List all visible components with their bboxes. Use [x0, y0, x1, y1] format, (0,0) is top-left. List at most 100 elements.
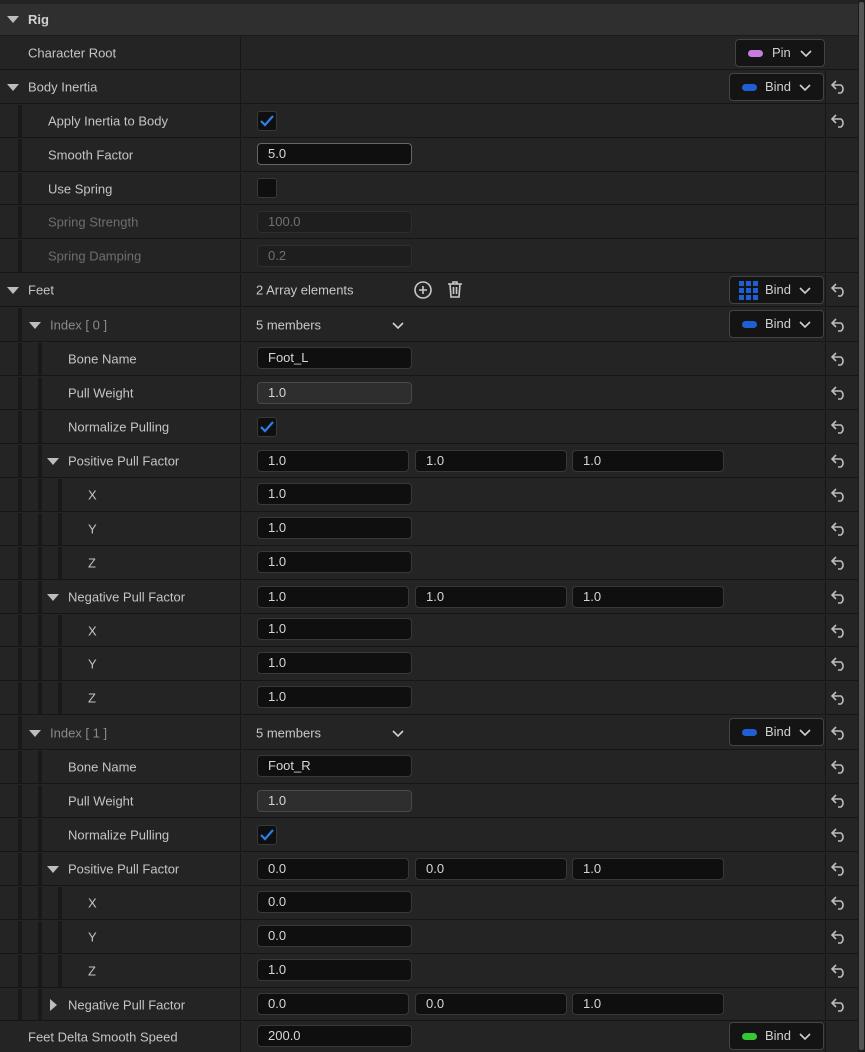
bind-button[interactable]: Bind	[729, 718, 824, 746]
reset-to-default-icon[interactable]	[830, 487, 848, 503]
reset-to-default-icon[interactable]	[830, 351, 848, 367]
chevron-down-icon[interactable]	[392, 319, 404, 331]
collapse-triangle-icon[interactable]	[29, 322, 41, 329]
reset-to-default-icon[interactable]	[830, 317, 848, 333]
reset-to-default-icon[interactable]	[830, 759, 848, 775]
reset-to-default-icon[interactable]	[830, 725, 848, 741]
row-negative-pull-factor[interactable]: Negative Pull Factor 1.0 1.0 1.0	[0, 581, 858, 614]
property-label: Z	[88, 963, 96, 979]
reset-to-default-icon[interactable]	[830, 929, 848, 945]
reset-to-default-icon[interactable]	[830, 589, 848, 605]
reset-to-default-icon[interactable]	[830, 521, 848, 537]
array-count-text: 2 Array elements	[256, 282, 354, 298]
row-body-inertia[interactable]: Body Inertia Bind	[0, 71, 858, 104]
y-input[interactable]: 1.0	[257, 517, 412, 539]
collapse-triangle-icon[interactable]	[29, 730, 41, 737]
row-index-0[interactable]: Index [ 0 ] 5 members Bind	[0, 308, 858, 342]
bone-name-input[interactable]: Foot_L	[257, 347, 412, 369]
reset-to-default-icon[interactable]	[830, 997, 848, 1013]
smooth-factor-input[interactable]: 5.0	[257, 143, 412, 165]
pin-button[interactable]: Pin	[735, 39, 825, 67]
row-positive-x: X 0.0	[0, 887, 858, 920]
pull-weight-slider[interactable]: 1.0	[257, 790, 412, 812]
vector-x-input[interactable]: 1.0	[257, 586, 409, 608]
row-negative-x: X 1.0	[0, 615, 858, 647]
row-spring-damping: Spring Damping 0.2	[0, 240, 858, 273]
scrollbar-thumb[interactable]	[859, 2, 864, 1050]
x-input[interactable]: 1.0	[257, 618, 412, 640]
vector-y-input[interactable]: 0.0	[415, 993, 567, 1015]
pull-weight-slider[interactable]: 1.0	[257, 382, 412, 404]
row-negative-pull-factor[interactable]: Negative Pull Factor 0.0 0.0 1.0	[0, 989, 858, 1021]
x-input[interactable]: 0.0	[257, 891, 412, 913]
apply-inertia-checkbox[interactable]	[257, 111, 277, 131]
spring-strength-input: 100.0	[257, 211, 412, 233]
bind-color-icon	[742, 321, 757, 328]
reset-to-default-icon[interactable]	[830, 113, 848, 129]
collapse-triangle-icon[interactable]	[47, 866, 59, 873]
use-spring-checkbox[interactable]	[257, 178, 277, 198]
vector-x-input[interactable]: 0.0	[257, 858, 409, 880]
vector-z-input[interactable]: 1.0	[572, 586, 724, 608]
reset-to-default-icon[interactable]	[830, 861, 848, 877]
vector-z-input[interactable]: 1.0	[572, 993, 724, 1015]
vector-y-input[interactable]: 1.0	[415, 586, 567, 608]
bind-button[interactable]: Bind	[729, 310, 824, 338]
row-index-1[interactable]: Index [ 1 ] 5 members Bind	[0, 716, 858, 750]
y-input[interactable]: 0.0	[257, 925, 412, 947]
chevron-down-icon	[799, 287, 811, 295]
row-positive-pull-factor[interactable]: Positive Pull Factor 0.0 0.0 1.0	[0, 853, 858, 886]
vector-y-input[interactable]: 1.0	[415, 450, 567, 472]
add-element-icon[interactable]	[413, 280, 433, 300]
reset-to-default-icon[interactable]	[830, 656, 848, 672]
reset-to-default-icon[interactable]	[830, 385, 848, 401]
collapse-triangle-icon[interactable]	[7, 84, 19, 91]
property-label: Positive Pull Factor	[68, 453, 180, 469]
expand-triangle-icon[interactable]	[50, 999, 57, 1011]
reset-to-default-icon[interactable]	[830, 555, 848, 571]
normalize-checkbox[interactable]	[257, 417, 277, 437]
bone-name-input[interactable]: Foot_R	[257, 755, 412, 777]
reset-to-default-icon[interactable]	[830, 282, 848, 298]
category-title: Rig	[28, 12, 49, 27]
rig-category-header[interactable]: Rig	[0, 4, 858, 36]
vector-z-input[interactable]: 1.0	[572, 450, 724, 472]
reset-to-default-icon[interactable]	[830, 690, 848, 706]
row-positive-pull-factor[interactable]: Positive Pull Factor 1.0 1.0 1.0	[0, 445, 858, 478]
reset-to-default-icon[interactable]	[830, 793, 848, 809]
bind-button[interactable]: Bind	[729, 1022, 824, 1050]
vector-z-input[interactable]: 1.0	[572, 858, 724, 880]
property-label: Pull Weight	[68, 385, 134, 401]
reset-to-default-icon[interactable]	[830, 623, 848, 639]
normalize-checkbox[interactable]	[257, 825, 277, 845]
vector-x-input[interactable]: 1.0	[257, 450, 409, 472]
collapse-triangle-icon[interactable]	[7, 16, 19, 23]
reset-to-default-icon[interactable]	[830, 895, 848, 911]
z-input[interactable]: 1.0	[257, 959, 412, 981]
row-feet[interactable]: Feet 2 Array elements Bind	[0, 274, 858, 307]
bind-button[interactable]: Bind	[729, 276, 824, 304]
collapse-triangle-icon[interactable]	[47, 594, 59, 601]
row-pull-weight: Pull Weight 1.0	[0, 785, 858, 818]
reset-to-default-icon[interactable]	[830, 79, 848, 95]
chevron-down-icon[interactable]	[392, 727, 404, 739]
collapse-triangle-icon[interactable]	[47, 458, 59, 465]
property-label: X	[88, 623, 97, 638]
y-input[interactable]: 1.0	[257, 652, 412, 674]
chevron-down-icon	[799, 84, 811, 92]
z-input[interactable]: 1.0	[257, 686, 412, 708]
z-input[interactable]: 1.0	[257, 551, 412, 573]
vector-y-input[interactable]: 0.0	[415, 858, 567, 880]
reset-to-default-icon[interactable]	[830, 419, 848, 435]
reset-to-default-icon[interactable]	[830, 963, 848, 979]
trash-icon[interactable]	[445, 279, 465, 299]
bind-button[interactable]: Bind	[729, 73, 824, 101]
property-label: Z	[88, 555, 96, 571]
reset-to-default-icon[interactable]	[830, 827, 848, 843]
reset-to-default-icon[interactable]	[830, 453, 848, 469]
x-input[interactable]: 1.0	[257, 483, 412, 505]
feet-delta-input[interactable]: 200.0	[257, 1025, 412, 1047]
vertical-scrollbar[interactable]	[858, 0, 865, 1052]
vector-x-input[interactable]: 0.0	[257, 993, 409, 1015]
collapse-triangle-icon[interactable]	[7, 287, 19, 294]
